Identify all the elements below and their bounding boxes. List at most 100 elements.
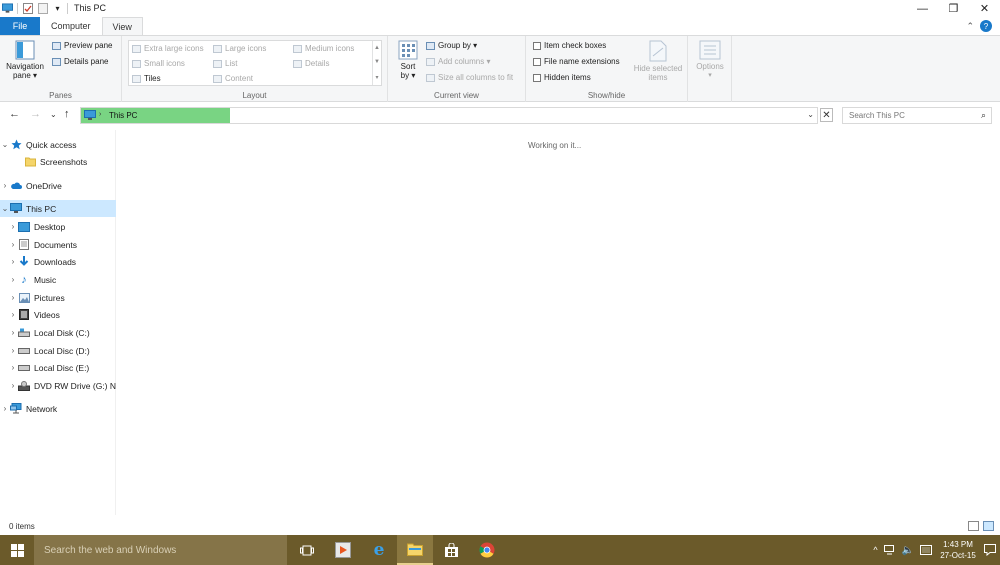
nav-item-this-pc[interactable]: ⌄ This PC <box>0 200 116 217</box>
recent-locations-icon[interactable]: ⌄ <box>50 110 57 119</box>
nav-item-quick-access[interactable]: ⌄ Quick access <box>0 136 116 153</box>
search-input[interactable]: Search This PC <box>849 111 905 120</box>
nav-item-documents[interactable]: › Documents <box>0 236 116 253</box>
expander-icon[interactable]: › <box>8 310 18 319</box>
sort-by-button[interactable]: Sort by ▾ <box>394 40 422 80</box>
expander-icon[interactable]: › <box>8 363 18 372</box>
nav-item-local-disc-d[interactable]: › Local Disc (D:) <box>0 342 116 359</box>
taskbar-search-input[interactable]: Search the web and Windows <box>44 545 176 556</box>
edge-taskbar-button[interactable]: e <box>361 535 397 565</box>
search-box[interactable]: Search This PC ⌕ <box>842 107 992 124</box>
tab-file[interactable]: File <box>0 17 40 35</box>
expander-icon[interactable]: › <box>8 328 18 337</box>
expander-icon[interactable]: › <box>0 181 10 190</box>
item-check-boxes-checkbox[interactable] <box>533 41 541 50</box>
expander-icon[interactable]: › <box>8 240 18 249</box>
nav-item-desktop[interactable]: › Desktop <box>0 218 116 235</box>
expander-icon[interactable]: › <box>8 293 18 302</box>
details-pane-button[interactable]: Details pane <box>52 57 108 66</box>
taskbar-clock[interactable]: 1:43 PM 27-Oct-15 <box>938 539 978 561</box>
expander-icon[interactable]: › <box>0 404 10 413</box>
loading-message: Working on it... <box>528 141 582 150</box>
add-columns-button[interactable]: Add columns ▾ <box>426 57 490 66</box>
nav-item-screenshots[interactable]: Screenshots <box>0 153 116 170</box>
item-check-boxes-toggle[interactable]: Item check boxes <box>533 41 606 50</box>
tab-computer[interactable]: Computer <box>40 17 102 35</box>
list-option[interactable]: List <box>213 59 237 68</box>
nav-item-music[interactable]: › ♪ Music <box>0 271 116 288</box>
nav-item-local-disk-c[interactable]: › Local Disk (C:) <box>0 324 116 341</box>
media-player-taskbar-button[interactable] <box>325 535 361 565</box>
scroll-up-icon[interactable]: ▲ <box>374 45 380 51</box>
hidden-items-toggle[interactable]: Hidden items <box>533 73 591 82</box>
chrome-taskbar-button[interactable] <box>469 535 505 565</box>
address-bar[interactable]: › This PC ⌄ <box>80 107 818 124</box>
language-icon[interactable] <box>920 545 932 555</box>
group-by-button[interactable]: Group by ▾ <box>426 41 477 50</box>
expander-icon[interactable]: › <box>8 222 18 231</box>
task-view-button[interactable] <box>289 535 325 565</box>
file-name-extensions-toggle[interactable]: File name extensions <box>533 57 620 66</box>
medium-icons-icon <box>293 44 302 53</box>
address-dropdown-icon[interactable]: ⌄ <box>807 110 814 119</box>
network-tray-icon[interactable] <box>883 545 896 555</box>
restore-button[interactable]: ❐ <box>938 0 969 17</box>
medium-icons-option[interactable]: Medium icons <box>293 44 354 53</box>
minimize-button[interactable]: — <box>907 0 938 17</box>
file-explorer-taskbar-button[interactable] <box>397 535 433 565</box>
up-arrow-icon[interactable]: ↑ <box>64 108 70 120</box>
tab-view[interactable]: View <box>101 17 143 35</box>
taskbar-search-box[interactable]: Search the web and Windows <box>34 535 287 565</box>
nav-item-local-disc-e[interactable]: › Local Disc (E:) <box>0 359 116 376</box>
expander-icon[interactable]: › <box>8 275 18 284</box>
search-icon[interactable]: ⌕ <box>981 110 986 121</box>
extra-large-icons-option[interactable]: Extra large icons <box>132 44 204 53</box>
tiles-option[interactable]: Tiles <box>132 74 161 83</box>
ribbon: Navigation pane ▾ Preview pane Details p… <box>0 35 1000 102</box>
size-all-columns-button[interactable]: Size all columns to fit <box>426 73 513 82</box>
nav-item-downloads[interactable]: › Downloads <box>0 253 116 270</box>
help-icon[interactable]: ? <box>980 20 992 32</box>
file-name-extensions-checkbox[interactable] <box>533 57 541 66</box>
customize-toolbar-icon[interactable]: ▾ <box>52 3 63 14</box>
action-center-icon[interactable] <box>984 544 996 556</box>
this-pc-icon[interactable] <box>2 3 13 14</box>
scroll-down-icon[interactable]: ▼ <box>374 59 380 65</box>
hide-selected-items-button[interactable]: Hide selected items <box>630 40 686 82</box>
back-arrow-icon[interactable]: ← <box>9 108 20 120</box>
content-option[interactable]: Content <box>213 74 253 83</box>
expander-icon[interactable]: ⌄ <box>0 204 10 213</box>
close-button[interactable]: ✕ <box>969 0 1000 17</box>
options-button[interactable]: Options ▾ <box>692 40 728 80</box>
small-icons-option[interactable]: Small icons <box>132 59 185 68</box>
new-folder-icon[interactable] <box>37 3 48 14</box>
large-icons-view-icon[interactable] <box>983 521 994 531</box>
volume-icon[interactable]: 🔈 <box>902 545 914 556</box>
hidden-items-checkbox[interactable] <box>533 73 541 82</box>
start-button[interactable] <box>0 535 34 565</box>
preview-pane-button[interactable]: Preview pane <box>52 41 112 50</box>
details-option[interactable]: Details <box>293 59 329 68</box>
properties-icon[interactable] <box>22 3 33 14</box>
gallery-scrollbar[interactable]: ▲ ▼ ▾ <box>372 41 381 85</box>
expander-icon[interactable]: ⌄ <box>0 140 10 149</box>
notification-chevron-icon[interactable]: ^ <box>873 545 877 555</box>
collapse-ribbon-icon[interactable]: ⌃ <box>966 21 974 32</box>
nav-item-network[interactable]: › Network <box>0 400 116 417</box>
expander-icon[interactable]: › <box>8 346 18 355</box>
forward-arrow-icon[interactable]: → <box>30 108 41 120</box>
nav-item-dvd-drive[interactable]: › DVD RW Drive (G:) N <box>0 377 116 394</box>
expander-icon[interactable]: › <box>8 381 18 390</box>
nav-item-pictures[interactable]: › Pictures <box>0 289 116 306</box>
store-taskbar-button[interactable] <box>433 535 469 565</box>
expander-icon[interactable]: › <box>8 257 18 266</box>
nav-item-videos[interactable]: › Videos <box>0 306 116 323</box>
navigation-pane-button[interactable]: Navigation pane ▾ <box>4 40 46 80</box>
stop-loading-button[interactable]: ✕ <box>820 108 833 122</box>
large-icons-option[interactable]: Large icons <box>213 44 266 53</box>
nav-item-onedrive[interactable]: › OneDrive <box>0 177 116 194</box>
details-view-icon[interactable] <box>968 521 979 531</box>
expand-gallery-icon[interactable]: ▾ <box>375 74 378 81</box>
breadcrumb-chevron-icon[interactable]: › <box>99 111 101 118</box>
address-path[interactable]: This PC <box>109 111 137 120</box>
